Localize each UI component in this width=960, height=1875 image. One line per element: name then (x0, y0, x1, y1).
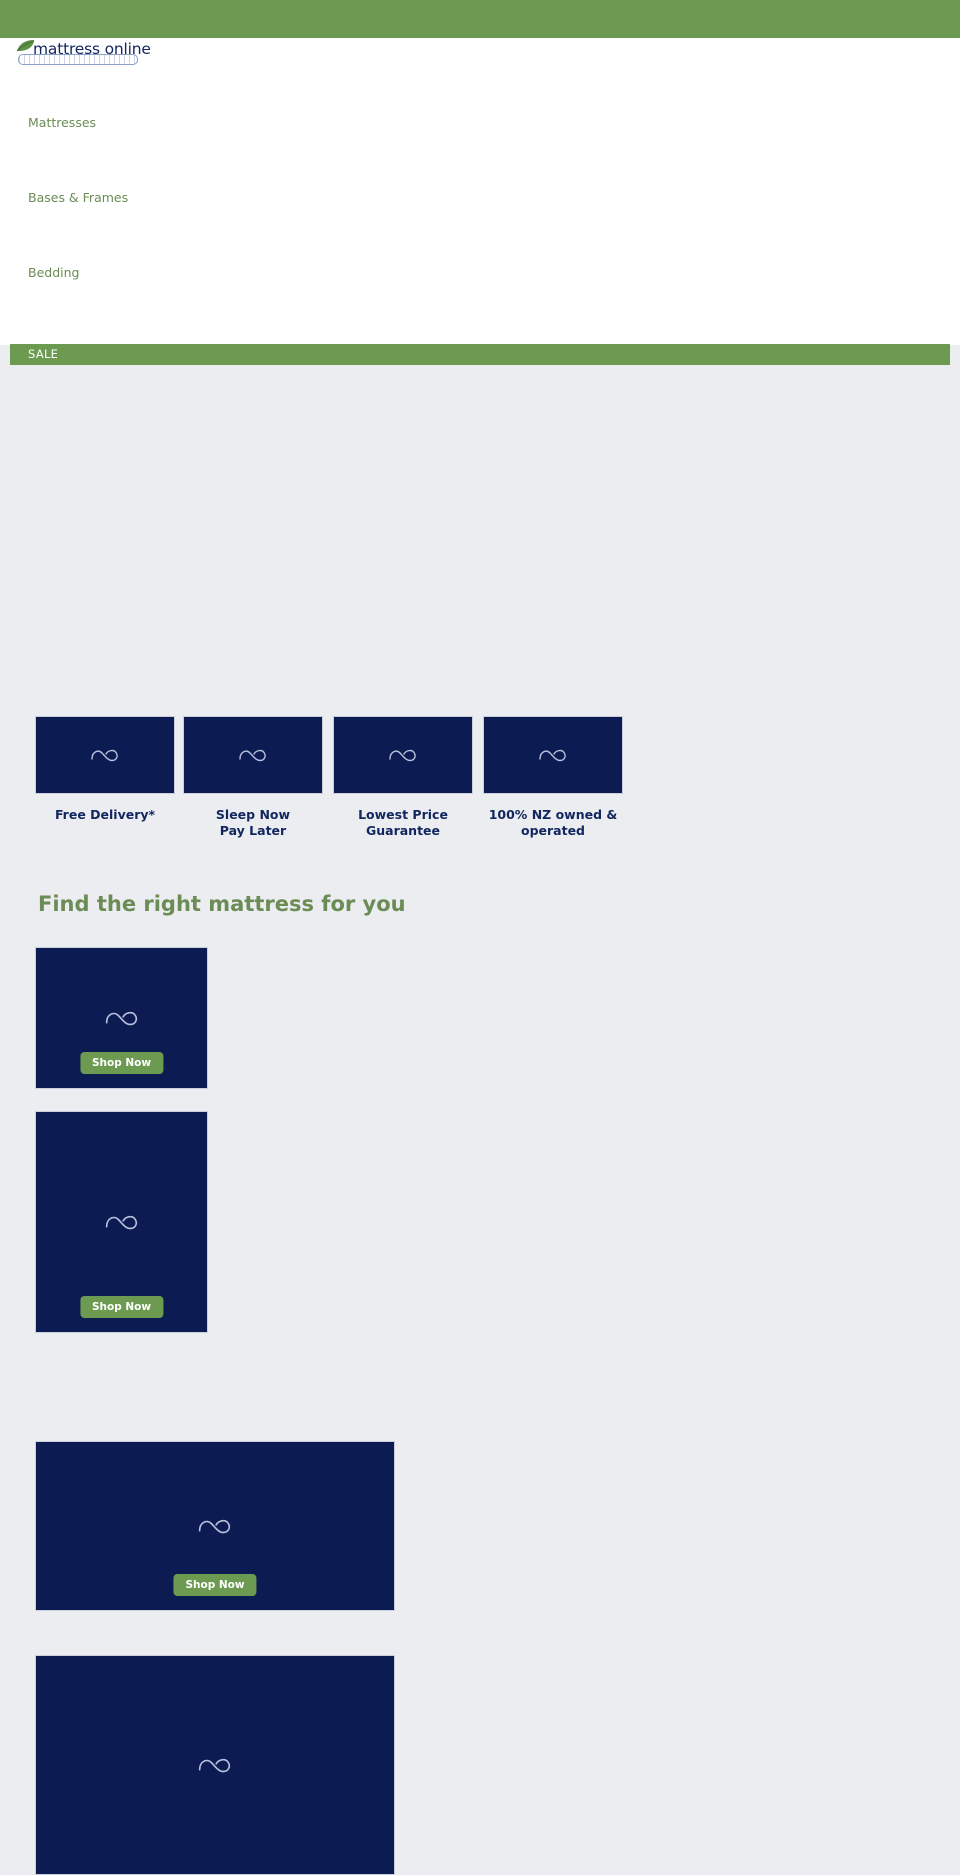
usp-label-line1: Lowest Price (358, 807, 448, 822)
promo-card[interactable] (35, 1655, 395, 1875)
usp-label: Free Delivery* (54, 807, 156, 822)
promo-card[interactable]: Shop Now (35, 1441, 395, 1611)
image-placeholder-icon (539, 749, 566, 762)
image-placeholder-icon (105, 1011, 137, 1026)
section-heading: Find the right mattress for you (38, 892, 406, 917)
usp-label: 100% NZ owned & operated (483, 807, 623, 839)
image-placeholder-icon (105, 1215, 137, 1230)
image-placeholder-icon (389, 749, 416, 762)
usp-row: Free Delivery* Sleep Now Pay Later Lowes… (0, 716, 720, 856)
shop-now-button[interactable]: Shop Now (79, 1296, 164, 1318)
usp-label-line1: 100% NZ owned & (488, 807, 618, 822)
shop-now-button[interactable]: Shop Now (79, 1052, 164, 1074)
usp-label-line1: Sleep Now (215, 807, 291, 822)
image-placeholder-icon (198, 1758, 231, 1773)
promo-card[interactable]: Shop Now (35, 1111, 208, 1333)
image-placeholder-icon (239, 749, 266, 762)
usp-label-line2: operated (520, 823, 585, 838)
nav-item-label: Bases & Frames (28, 190, 129, 205)
nav-item-label: Mattresses (28, 115, 97, 130)
sale-banner-label: SALE (28, 347, 59, 361)
usp-thumbnail (35, 716, 175, 794)
usp-thumbnail (483, 716, 623, 794)
sale-banner[interactable]: SALE (10, 344, 950, 365)
usp-nz-owned-operated[interactable]: 100% NZ owned & operated (483, 716, 623, 839)
usp-label-line2: Guarantee (365, 823, 441, 838)
usp-thumbnail (333, 716, 473, 794)
nav-item-bases-frames[interactable]: Bases & Frames (0, 160, 420, 235)
site-logo[interactable]: mattress online (15, 38, 151, 68)
usp-label: Lowest Price Guarantee (333, 807, 473, 839)
nav-item-bedding[interactable]: Bedding (0, 235, 420, 310)
promo-card[interactable]: Shop Now (35, 947, 208, 1089)
nav-item-mattresses[interactable]: Mattresses (0, 85, 420, 160)
image-placeholder-icon (198, 1519, 231, 1534)
usp-label-line2: Pay Later (219, 823, 287, 838)
hero-region (0, 365, 960, 705)
usp-free-delivery[interactable]: Free Delivery* (35, 716, 175, 823)
shop-now-button[interactable]: Shop Now (173, 1574, 257, 1596)
image-placeholder-icon (91, 749, 118, 762)
usp-sleep-now-pay-later[interactable]: Sleep Now Pay Later (183, 716, 323, 839)
usp-thumbnail (183, 716, 323, 794)
usp-label: Sleep Now Pay Later (183, 807, 323, 839)
nav-item-label: Bedding (28, 265, 80, 280)
primary-nav: Mattresses Bases & Frames Bedding (0, 85, 420, 310)
top-utility-bar (0, 0, 960, 38)
mattress-outline-icon (18, 54, 138, 65)
usp-lowest-price-guarantee[interactable]: Lowest Price Guarantee (333, 716, 473, 839)
